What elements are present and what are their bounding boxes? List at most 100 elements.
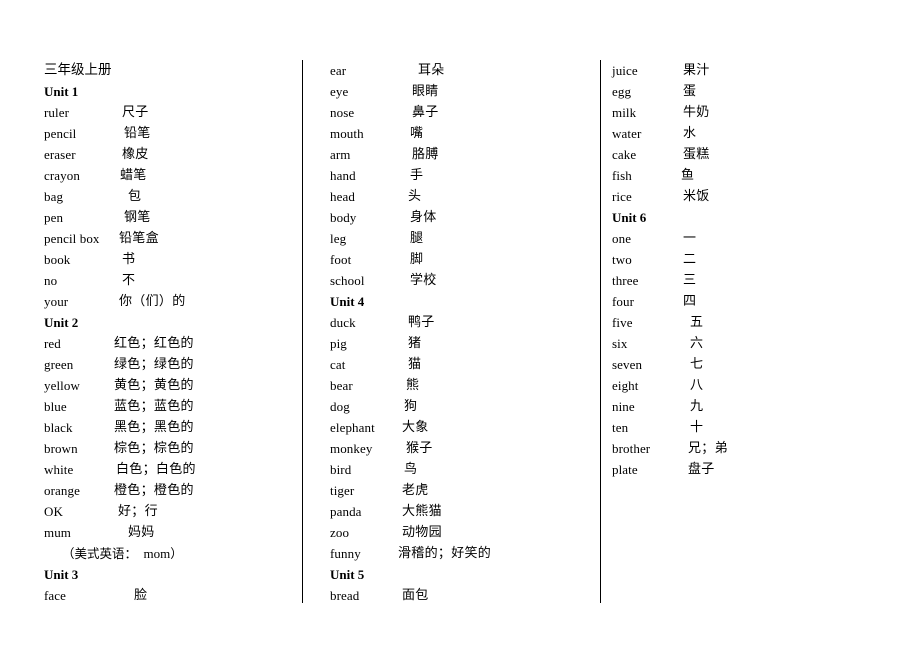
vocabulary-term: cake bbox=[612, 147, 637, 162]
unit-heading: Unit 3 bbox=[44, 567, 79, 582]
vocabulary-gloss: 铅笔盒 bbox=[119, 231, 159, 246]
vocabulary-term: pen bbox=[44, 210, 64, 225]
vocabulary-term: one bbox=[612, 231, 632, 246]
vocabulary-gloss: 黑色；黑色的 bbox=[114, 420, 194, 435]
vocabulary-gloss: 脚 bbox=[410, 252, 424, 267]
vocabulary-row: arm 胳膊 bbox=[330, 144, 580, 165]
vocabulary-column-2: ear 耳朵 eye 眼睛 nose 鼻子 mouth 嘴 arm 胳膊 hand 手 head 头 bod… bbox=[330, 60, 580, 606]
vocabulary-gloss: 鸟 bbox=[404, 462, 418, 477]
vocabulary-gloss: 老虎 bbox=[402, 483, 429, 498]
vocabulary-row: juice 果汁 bbox=[612, 60, 862, 81]
vocabulary-row: green 绿色；绿色的 bbox=[44, 354, 294, 375]
vocabulary-gloss: 包 bbox=[128, 189, 142, 204]
vocabulary-row: panda 大熊猫 bbox=[330, 501, 580, 522]
vocabulary-row: pen 钢笔 bbox=[44, 207, 294, 228]
vocabulary-row: school 学校 bbox=[330, 270, 580, 291]
vocabulary-row: bird 鸟 bbox=[330, 459, 580, 480]
vocabulary-row: pig 猪 bbox=[330, 333, 580, 354]
vocabulary-row: elephant 大象 bbox=[330, 417, 580, 438]
vocabulary-term: funny bbox=[330, 546, 361, 561]
vocabulary-gloss: 红色；红色的 bbox=[114, 336, 194, 351]
vocabulary-gloss: 蛋糕 bbox=[683, 147, 710, 162]
vocabulary-term: leg bbox=[330, 231, 347, 246]
vocabulary-gloss: 好；行 bbox=[118, 504, 158, 519]
vocabulary-row: red 红色；红色的 bbox=[44, 333, 294, 354]
vocabulary-row: rice 米饭 bbox=[612, 186, 862, 207]
vocabulary-row: no 不 bbox=[44, 270, 294, 291]
vocabulary-gloss: 九 bbox=[690, 399, 704, 414]
vocabulary-term: arm bbox=[330, 147, 351, 162]
vocabulary-term: mum bbox=[44, 525, 72, 540]
vocabulary-gloss: 猴子 bbox=[406, 441, 433, 456]
vocabulary-term: three bbox=[612, 273, 639, 288]
vocabulary-term: school bbox=[330, 273, 365, 288]
vocabulary-term: ten bbox=[612, 420, 629, 435]
vocabulary-term: pencil box bbox=[44, 231, 100, 246]
vocabulary-gloss: 二 bbox=[683, 252, 697, 267]
vocabulary-gloss: 耳朵 bbox=[418, 63, 445, 78]
vocabulary-gloss: 橡皮 bbox=[122, 147, 149, 162]
usage-note: （美式英语： mom） bbox=[44, 543, 294, 564]
vocabulary-row: book 书 bbox=[44, 249, 294, 270]
vocabulary-gloss: 熊 bbox=[406, 378, 420, 393]
vocabulary-gloss: 大熊猫 bbox=[402, 504, 442, 519]
vocabulary-term: black bbox=[44, 420, 73, 435]
unit-heading: Unit 2 bbox=[44, 315, 79, 330]
vocabulary-gloss: 棕色；棕色的 bbox=[114, 441, 194, 456]
vocabulary-gloss: 滑稽的；好笑的 bbox=[398, 546, 492, 561]
vocabulary-row: eye 眼睛 bbox=[330, 81, 580, 102]
vocabulary-row: blue 蓝色；蓝色的 bbox=[44, 396, 294, 417]
vocabulary-gloss: 蛋 bbox=[683, 84, 697, 99]
vocabulary-row: brother 兄；弟 bbox=[612, 438, 862, 459]
vocabulary-row: head 头 bbox=[330, 186, 580, 207]
vocabulary-term: nose bbox=[330, 105, 355, 120]
vocabulary-term: pig bbox=[330, 336, 347, 351]
vocabulary-row: foot 脚 bbox=[330, 249, 580, 270]
vocabulary-term: five bbox=[612, 315, 633, 330]
vocabulary-row: five 五 bbox=[612, 312, 862, 333]
vocabulary-row: milk 牛奶 bbox=[612, 102, 862, 123]
vocabulary-gloss: 学校 bbox=[410, 273, 437, 288]
vocabulary-gloss: 动物园 bbox=[402, 525, 442, 540]
vocabulary-row: bread 面包 bbox=[330, 585, 580, 606]
vocabulary-gloss: 果汁 bbox=[683, 63, 710, 78]
vocabulary-term: nine bbox=[612, 399, 635, 414]
vocabulary-row: leg 腿 bbox=[330, 228, 580, 249]
vocabulary-list-page: 三年级上册 Unit 1 ruler 尺子 pencil 铅笔 eraser 橡皮 crayon… bbox=[0, 0, 920, 651]
vocabulary-row: orange 橙色；橙色的 bbox=[44, 480, 294, 501]
vocabulary-row: four 四 bbox=[612, 291, 862, 312]
vocabulary-gloss: 五 bbox=[690, 315, 704, 330]
vocabulary-gloss: 黄色；黄色的 bbox=[114, 378, 194, 393]
vocabulary-gloss: 书 bbox=[122, 252, 136, 267]
vocabulary-gloss: 六 bbox=[690, 336, 704, 351]
vocabulary-gloss: 鼻子 bbox=[412, 105, 439, 120]
vocabulary-term: cat bbox=[330, 357, 346, 372]
vocabulary-gloss: 妈妈 bbox=[128, 525, 155, 540]
vocabulary-gloss: 猫 bbox=[408, 357, 422, 372]
unit-heading: Unit 5 bbox=[330, 567, 365, 582]
vocabulary-row: mum 妈妈 bbox=[44, 522, 294, 543]
vocabulary-gloss: 牛奶 bbox=[683, 105, 710, 120]
vocabulary-gloss: 手 bbox=[410, 168, 424, 183]
vocabulary-term: face bbox=[44, 588, 67, 603]
vocabulary-term: green bbox=[44, 357, 74, 372]
vocabulary-gloss: 绿色；绿色的 bbox=[114, 357, 194, 372]
vocabulary-gloss: 蜡笔 bbox=[120, 168, 147, 183]
vocabulary-gloss: 脸 bbox=[134, 588, 148, 603]
vocabulary-gloss: 蓝色；蓝色的 bbox=[114, 399, 194, 414]
vocabulary-term: bag bbox=[44, 189, 64, 204]
vocabulary-term: egg bbox=[612, 84, 632, 99]
vocabulary-gloss: 钢笔 bbox=[124, 210, 151, 225]
vocabulary-term: monkey bbox=[330, 441, 373, 456]
vocabulary-term: dog bbox=[330, 399, 350, 414]
vocabulary-term: pencil bbox=[44, 126, 77, 141]
column-divider-1 bbox=[302, 60, 303, 603]
vocabulary-term: water bbox=[612, 126, 642, 141]
vocabulary-row: black 黑色；黑色的 bbox=[44, 417, 294, 438]
vocabulary-row: funny 滑稽的；好笑的 bbox=[330, 543, 580, 564]
vocabulary-term: duck bbox=[330, 315, 356, 330]
vocabulary-gloss: 腿 bbox=[410, 231, 424, 246]
vocabulary-row: pencil box 铅笔盒 bbox=[44, 228, 294, 249]
vocabulary-row: face 脸 bbox=[44, 585, 294, 606]
vocabulary-term: body bbox=[330, 210, 357, 225]
